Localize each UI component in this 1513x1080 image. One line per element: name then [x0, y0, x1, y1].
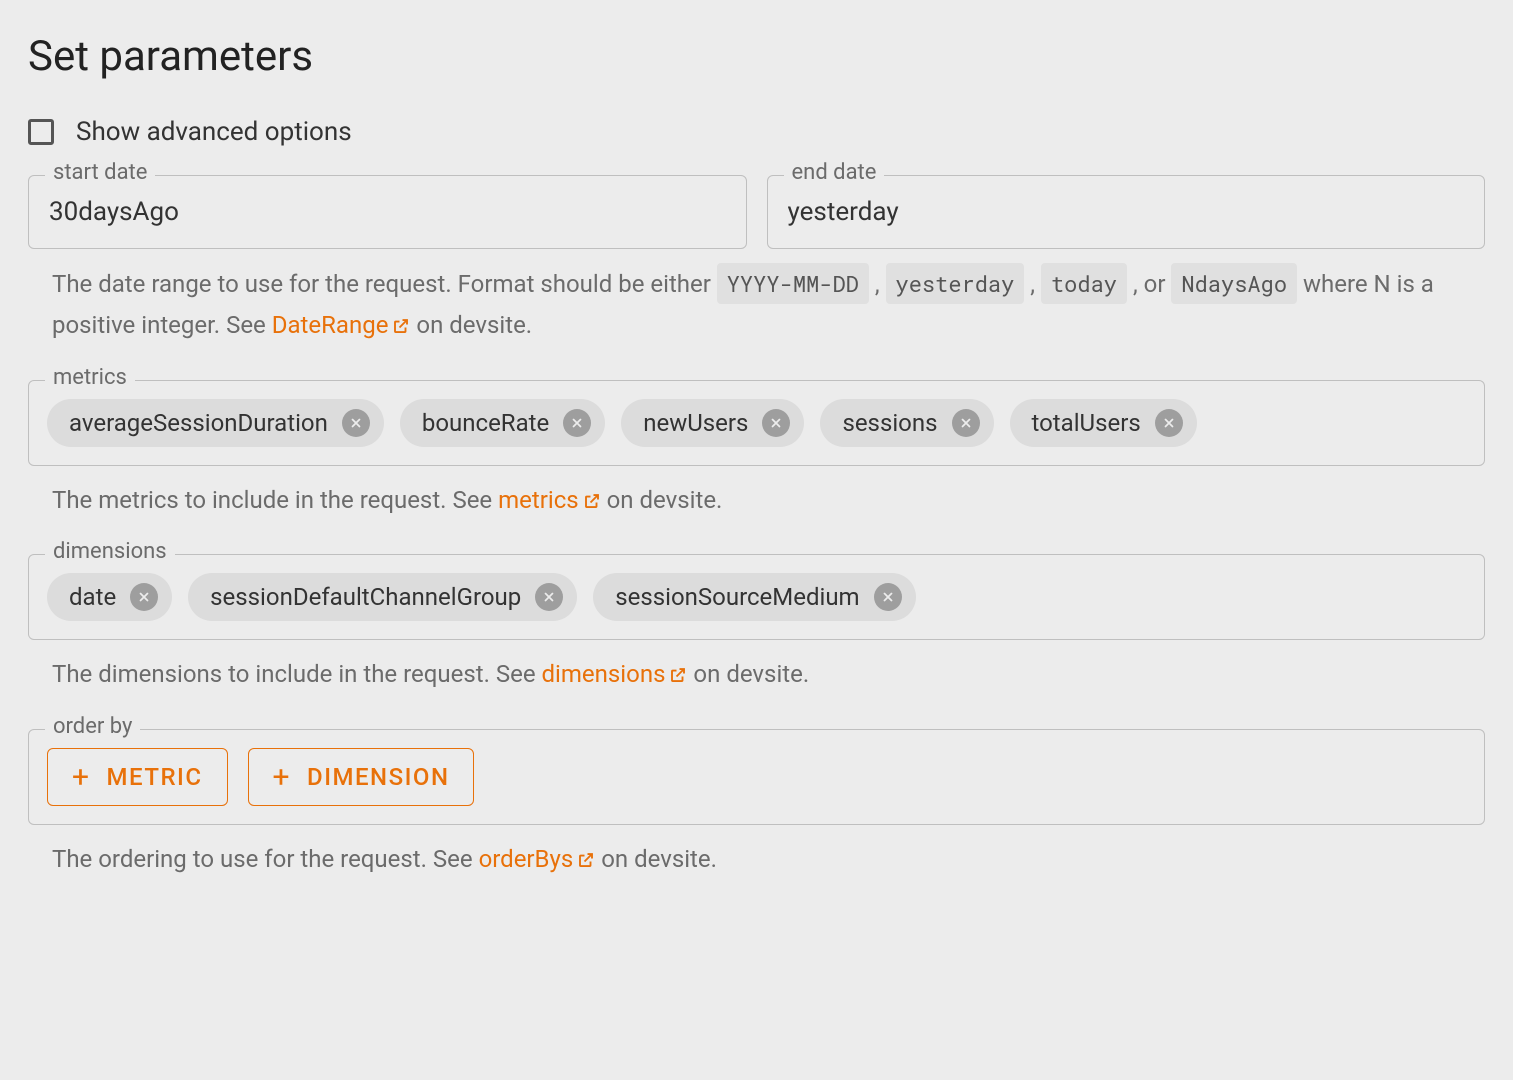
metrics-helper: The metrics to include in the request. S… [52, 480, 1485, 523]
metrics-legend: metrics [45, 367, 135, 389]
dimensions-field: dimensions datesessionDefaultChannelGrou… [28, 554, 1485, 640]
button-label: METRIC [107, 763, 203, 791]
dimension-chip[interactable]: date [47, 573, 172, 621]
external-link-icon [577, 841, 595, 882]
metrics-field: metrics averageSessionDurationbounceRate… [28, 380, 1485, 466]
chip-label: newUsers [643, 409, 748, 437]
helper-text: The ordering to use for the request. See [52, 845, 479, 873]
plus-icon: + [72, 770, 91, 785]
chip-label: sessions [842, 409, 937, 437]
chip-label: averageSessionDuration [69, 409, 328, 437]
advanced-options-row: Show advanced options [28, 117, 1485, 147]
code-format-ymd: YYYY-MM-DD [717, 263, 869, 304]
dimensions-chip-list: date sessionDefaultChannelGroup sessionSou… [47, 573, 1466, 621]
code-ndaysago: NdaysAgo [1171, 263, 1297, 304]
remove-chip-icon[interactable] [130, 583, 158, 611]
helper-text: The metrics to include in the request. S… [52, 486, 498, 514]
remove-chip-icon[interactable] [563, 409, 591, 437]
page-title: Set parameters [28, 32, 1485, 81]
parameters-panel: Set parameters Show advanced options sta… [0, 0, 1513, 1080]
remove-chip-icon[interactable] [762, 409, 790, 437]
button-label: DIMENSION [307, 763, 449, 791]
remove-chip-icon[interactable] [535, 583, 563, 611]
chip-label: sessionDefaultChannelGroup [210, 583, 521, 611]
end-date-input[interactable] [786, 196, 1467, 228]
remove-chip-icon[interactable] [342, 409, 370, 437]
remove-chip-icon[interactable] [952, 409, 980, 437]
date-range-row: start date end date [28, 175, 1485, 249]
end-date-legend: end date [784, 162, 885, 184]
external-link-icon [583, 482, 601, 523]
chip-label: bounceRate [422, 409, 549, 437]
helper-text: on devsite. [601, 845, 717, 873]
metric-chip[interactable]: newUsers [621, 399, 804, 447]
metric-chip[interactable]: bounceRate [400, 399, 605, 447]
dimensions-legend: dimensions [45, 541, 175, 563]
chip-label: totalUsers [1032, 409, 1141, 437]
code-today: today [1041, 263, 1127, 304]
start-date-legend: start date [45, 162, 155, 184]
orderby-field: order by + METRIC + DIMENSION [28, 729, 1485, 825]
date-range-helper: The date range to use for the request. F… [52, 263, 1485, 348]
helper-text: The date range to use for the request. F… [52, 270, 717, 298]
advanced-options-checkbox[interactable] [28, 119, 54, 145]
helper-text: on devsite. [607, 486, 723, 514]
plus-icon: + [273, 770, 292, 785]
end-date-field[interactable]: end date [767, 175, 1486, 249]
dimension-chip[interactable]: sessionSourceMedium [593, 573, 915, 621]
metrics-chip-list: averageSessionDuration bounceRate newUsers… [47, 399, 1466, 447]
advanced-options-label: Show advanced options [76, 117, 352, 147]
metric-chip[interactable]: totalUsers [1010, 399, 1197, 447]
metrics-link[interactable]: metrics [498, 486, 601, 514]
chip-label: sessionSourceMedium [615, 583, 859, 611]
external-link-icon [392, 307, 410, 348]
dimension-chip[interactable]: sessionDefaultChannelGroup [188, 573, 577, 621]
start-date-field[interactable]: start date [28, 175, 747, 249]
remove-chip-icon[interactable] [874, 583, 902, 611]
code-yesterday: yesterday [886, 263, 1025, 304]
add-dimension-orderby-button[interactable]: + DIMENSION [248, 748, 475, 806]
metric-chip[interactable]: averageSessionDuration [47, 399, 384, 447]
chip-label: date [69, 583, 116, 611]
orderby-helper: The ordering to use for the request. See… [52, 839, 1485, 882]
daterange-link[interactable]: DateRange [272, 311, 411, 339]
helper-text: The dimensions to include in the request… [52, 660, 542, 688]
helper-text: on devsite. [416, 311, 532, 339]
start-date-input[interactable] [47, 196, 728, 228]
add-metric-orderby-button[interactable]: + METRIC [47, 748, 228, 806]
helper-text: on devsite. [693, 660, 809, 688]
external-link-icon [669, 656, 687, 697]
orderby-legend: order by [45, 716, 140, 738]
dimensions-link[interactable]: dimensions [542, 660, 688, 688]
metric-chip[interactable]: sessions [820, 399, 993, 447]
remove-chip-icon[interactable] [1155, 409, 1183, 437]
orderby-buttons-row: + METRIC + DIMENSION [47, 748, 1466, 806]
dimensions-helper: The dimensions to include in the request… [52, 654, 1485, 697]
orderbys-link[interactable]: orderBys [479, 845, 596, 873]
